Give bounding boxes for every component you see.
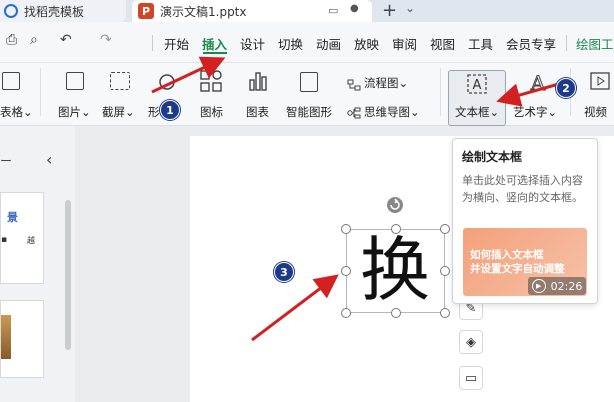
arrow-3 (251, 274, 339, 342)
arrow-1 (151, 56, 226, 94)
step-badge-3: 3 (274, 262, 294, 282)
step-badge-1: 1 (160, 100, 180, 120)
step-badge-2: 2 (556, 78, 576, 98)
annotation-arrows (151, 56, 567, 342)
